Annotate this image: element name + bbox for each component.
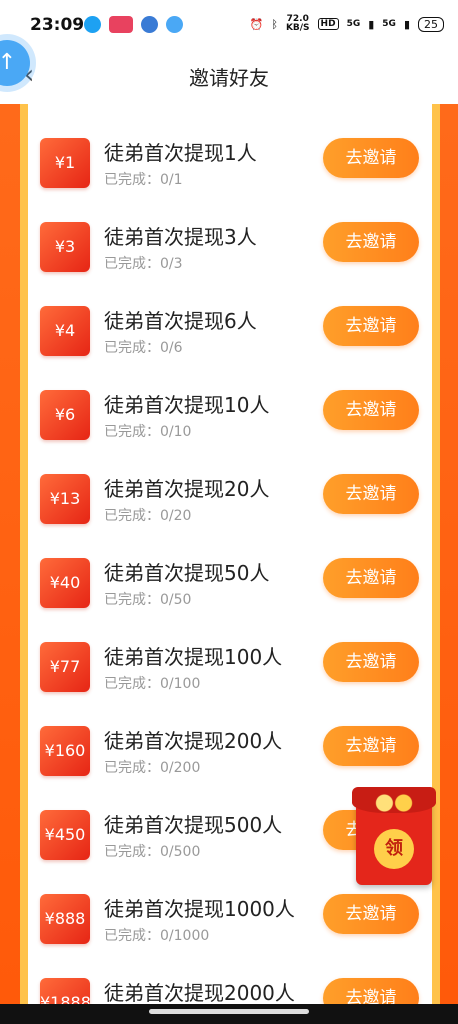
task-title: 徒弟首次提现1人 — [104, 141, 257, 165]
battery-level: 25 — [418, 16, 444, 32]
status-time: 23:09 — [30, 15, 85, 35]
hd-badge: HD — [317, 18, 339, 30]
task-title: 徒弟首次提现6人 — [104, 309, 257, 333]
coins-icon — [370, 793, 418, 813]
task-progress: 已完成：0/1000 — [104, 928, 210, 944]
red-packet-seal: 领 — [374, 829, 414, 869]
task-row: ¥888 徒弟首次提现1000人 已完成：0/1000 去邀请 — [28, 890, 432, 974]
task-row: ¥3 徒弟首次提现3人 已完成：0/3 去邀请 — [28, 218, 432, 302]
reward-badge: ¥888 — [40, 894, 90, 944]
task-row: ¥77 徒弟首次提现100人 已完成：0/100 去邀请 — [28, 638, 432, 722]
invite-button[interactable]: 去邀请 — [323, 642, 419, 682]
invite-button[interactable]: 去邀请 — [323, 138, 419, 178]
task-title: 徒弟首次提现500人 — [104, 813, 283, 837]
invite-button[interactable]: 去邀请 — [323, 978, 419, 1004]
task-progress: 已完成：0/20 — [104, 508, 192, 524]
reward-badge: ¥13 — [40, 474, 90, 524]
task-title: 徒弟首次提现200人 — [104, 729, 283, 753]
status-bar: 23:09 ⏰ ᛒ 72.0 KB/S HD 5G ▮ 5G ▮ 25 — [0, 0, 458, 56]
status-app-icons — [84, 16, 183, 33]
invite-button[interactable]: 去邀请 — [323, 558, 419, 598]
task-progress: 已完成：0/50 — [104, 592, 192, 608]
task-title: 徒弟首次提现100人 — [104, 645, 283, 669]
nav-bar: ‹ 邀请好友 — [0, 56, 458, 96]
reward-badge: ¥4 — [40, 306, 90, 356]
task-title: 徒弟首次提现3人 — [104, 225, 257, 249]
task-row: ¥4 徒弟首次提现6人 已完成：0/6 去邀请 — [28, 302, 432, 386]
task-progress: 已完成：0/6 — [104, 340, 183, 356]
task-row: ¥6 徒弟首次提现10人 已完成：0/10 去邀请 — [28, 386, 432, 470]
task-progress: 已完成：0/100 — [104, 676, 201, 692]
compass-icon — [166, 16, 183, 33]
reward-badge: ¥40 — [40, 558, 90, 608]
task-row: ¥1 徒弟首次提现1人 已完成：0/1 去邀请 — [28, 134, 432, 218]
task-title: 徒弟首次提现20人 — [104, 477, 270, 501]
invite-button[interactable]: 去邀请 — [323, 894, 419, 934]
reward-badge: ¥3 — [40, 222, 90, 272]
home-indicator[interactable] — [149, 1009, 309, 1014]
bluetooth-icon: ᛒ — [271, 17, 278, 31]
invite-button[interactable]: 去邀请 — [323, 474, 419, 514]
task-title: 徒弟首次提现2000人 — [104, 981, 295, 1004]
status-indicators: ⏰ ᛒ 72.0 KB/S HD 5G ▮ 5G ▮ 25 — [250, 15, 444, 33]
reward-badge: ¥160 — [40, 726, 90, 776]
reward-badge: ¥6 — [40, 390, 90, 440]
red-packet-float[interactable]: 领 — [352, 787, 436, 885]
task-progress: 已完成：0/200 — [104, 760, 201, 776]
task-title: 徒弟首次提现1000人 — [104, 897, 295, 921]
invite-button[interactable]: 去邀请 — [323, 726, 419, 766]
task-progress: 已完成：0/500 — [104, 844, 201, 860]
task-row: ¥40 徒弟首次提现50人 已完成：0/50 去邀请 — [28, 554, 432, 638]
task-progress: 已完成：0/1 — [104, 172, 183, 188]
signal-bars-icon: ▮ — [368, 17, 375, 31]
frame-stripe-right — [432, 104, 440, 1004]
signal-5g-2: 5G — [382, 19, 396, 29]
signal-5g-1: 5G — [346, 19, 361, 29]
invite-button[interactable]: 去邀请 — [323, 390, 419, 430]
task-title: 徒弟首次提现50人 — [104, 561, 270, 585]
qq-icon — [84, 16, 101, 33]
net-speed-unit: KB/S — [285, 23, 310, 33]
invite-button[interactable]: 去邀请 — [323, 306, 419, 346]
task-progress: 已完成：0/3 — [104, 256, 183, 272]
reward-badge: ¥1888 — [40, 978, 91, 1004]
reward-badge: ¥450 — [40, 810, 90, 860]
task-row: ¥1888 徒弟首次提现2000人 去邀请 — [28, 974, 432, 1004]
signal-bars-icon-2: ▮ — [403, 17, 410, 31]
net-speed: 72.0 KB/S — [286, 15, 310, 33]
invite-button[interactable]: 去邀请 — [323, 222, 419, 262]
task-title: 徒弟首次提现10人 — [104, 393, 270, 417]
frame-stripe-left — [20, 104, 28, 1004]
system-nav-bar — [0, 1004, 458, 1024]
navigation-icon — [141, 16, 158, 33]
task-row: ¥13 徒弟首次提现20人 已完成：0/20 去邀请 — [28, 470, 432, 554]
page-title: 邀请好友 — [189, 66, 269, 90]
app-badge-icon — [109, 16, 133, 33]
alarm-icon: ⏰ — [249, 17, 264, 31]
reward-badge: ¥1 — [40, 138, 90, 188]
reward-badge: ¥77 — [40, 642, 90, 692]
task-progress: 已完成：0/10 — [104, 424, 192, 440]
